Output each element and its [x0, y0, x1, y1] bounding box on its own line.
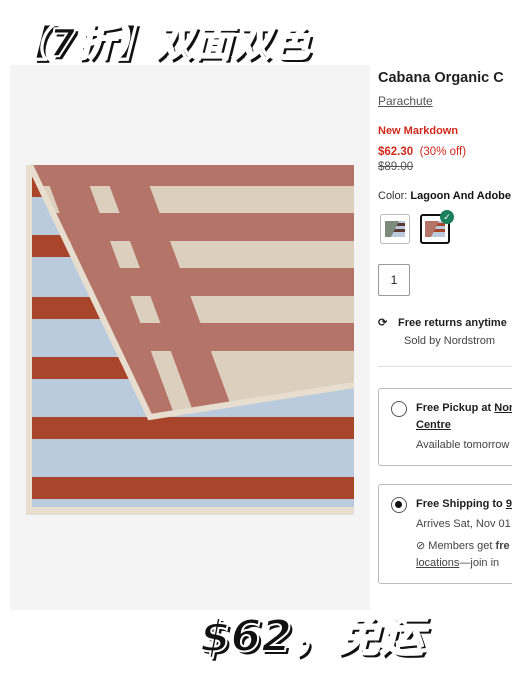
pickup-availability: Available tomorrow [416, 439, 510, 451]
color-selection-label: Color: Lagoon And Adobe [378, 190, 511, 202]
towel-illustration [26, 163, 355, 515]
members-locations: locations—join in [416, 557, 499, 569]
members-prefix: Members get [428, 540, 493, 552]
product-image[interactable] [10, 65, 370, 610]
swatch-thumbnail-icon [425, 221, 445, 237]
promo-banner-title: 【7折】双面双色 [9, 20, 311, 66]
swatch-thumbnail-icon [385, 221, 405, 237]
color-value: Lagoon And Adobe [410, 190, 512, 202]
members-icon: ⊘ [416, 540, 426, 552]
pickup-store-link-cont[interactable]: Centre [416, 419, 451, 431]
brand-link[interactable]: Parachute [378, 94, 433, 108]
towel-edge [26, 165, 32, 515]
sale-price-value: $62.30 [378, 146, 414, 158]
free-returns: ⟳ Free returns anytime [378, 316, 507, 329]
sold-by: Sold by Nordstrom [404, 335, 496, 347]
product-title: Cabana Organic C [378, 70, 504, 86]
shipping-label: Free Shipping to 91 [416, 498, 512, 510]
pickup-store-link[interactable]: Nor [494, 402, 512, 414]
pickup-label: Free Pickup at Nor [416, 402, 512, 414]
members-bold: fre [495, 540, 510, 552]
divider [378, 366, 512, 367]
markdown-badge: New Markdown [378, 125, 459, 137]
shipping-option-card[interactable]: Free Shipping to 91 Arrives Sat, Nov 01 … [378, 484, 512, 584]
sale-price: $62.30 (30% off) [378, 146, 466, 158]
join-text: —join in [459, 557, 500, 569]
returns-box-icon: ⟳ [378, 317, 388, 329]
pickup-label-text: Free Pickup at [416, 402, 492, 414]
shipping-arrival: Arrives Sat, Nov 01 [416, 518, 511, 530]
pickup-radio[interactable] [391, 401, 407, 417]
discount-percent: (30% off) [419, 146, 467, 158]
color-swatch-option-2-selected[interactable]: ✓ [420, 210, 454, 244]
quantity-selector[interactable]: 1 [378, 264, 410, 296]
checkmark-icon: ✓ [440, 210, 454, 224]
product-info-panel: Cabana Organic C Parachute New Markdown … [378, 70, 512, 584]
promo-price-overlay: $62，免运 [199, 610, 425, 663]
color-swatch-option-1[interactable] [380, 214, 410, 244]
returns-text: Free returns anytime [398, 317, 507, 329]
shipping-radio-selected[interactable] [391, 497, 407, 513]
towel-hem [26, 507, 354, 515]
shipping-label-text: Free Shipping to [416, 498, 503, 510]
shipping-zip-link[interactable]: 91 [506, 498, 512, 510]
original-price: $89.00 [378, 161, 414, 173]
pickup-option-card[interactable]: Free Pickup at Nor Centre Available tomo… [378, 388, 512, 466]
color-label: Color: [378, 190, 408, 202]
locations-link[interactable]: locations [416, 557, 459, 569]
members-note: ⊘ Members get fre [416, 539, 510, 552]
